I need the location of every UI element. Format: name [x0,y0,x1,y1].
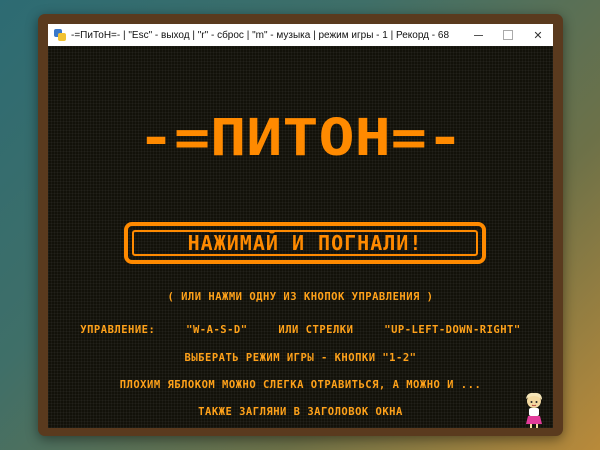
controls-arrows: "UP-LEFT-DOWN-RIGHT" [384,324,521,336]
girl-character-icon [526,392,542,428]
maximize-button[interactable] [493,24,523,46]
controls-wasd: "W-A-S-D" [186,324,248,336]
hint-text: ( ИЛИ НАЖМИ ОДНУ ИЗ КНОПОК УПРАВЛЕНИЯ ) [167,291,434,303]
app-window: -=ПиТоН=- | "Esc" - выход | "r" - сброс … [38,14,563,436]
title-bar[interactable]: -=ПиТоН=- | "Esc" - выход | "r" - сброс … [48,24,553,46]
start-button[interactable]: НАЖИМАЙ И ПОГНАЛИ! [124,222,486,264]
mode-text: ВЫБЕРАТЬ РЕЖИМ ИГРЫ - КНОПКИ "1-2" [184,352,417,364]
window-title: -=ПиТоН=- | "Esc" - выход | "r" - сброс … [71,29,450,41]
game-canvas[interactable]: -=ПИТОН=- НАЖИМАЙ И ПОГНАЛИ! ( ИЛИ НАЖМИ… [48,46,553,428]
close-button[interactable]: ✕ [523,24,553,46]
controls-label: УПРАВЛЕНИЕ: [80,324,156,336]
controls-line: УПРАВЛЕНИЕ: "W-A-S-D" ИЛИ СТРЕЛКИ "UP-LE… [48,324,553,336]
title-hint-text: ТАКЖЕ ЗАГЛЯНИ В ЗАГОЛОВОК ОКНА [198,406,403,418]
start-button-label: НАЖИМАЙ И ПОГНАЛИ! [187,231,423,255]
minimize-icon [473,34,483,36]
game-logo: -=ПИТОН=- [137,108,464,168]
apple-text: ПЛОХИМ ЯБЛОКОМ МОЖНО СЛЕГКА ОТРАВИТЬСЯ, … [119,379,482,391]
python-icon [54,29,66,41]
maximize-icon [503,30,513,40]
minimize-button[interactable] [463,24,493,46]
controls-or: ИЛИ СТРЕЛКИ [278,324,354,336]
